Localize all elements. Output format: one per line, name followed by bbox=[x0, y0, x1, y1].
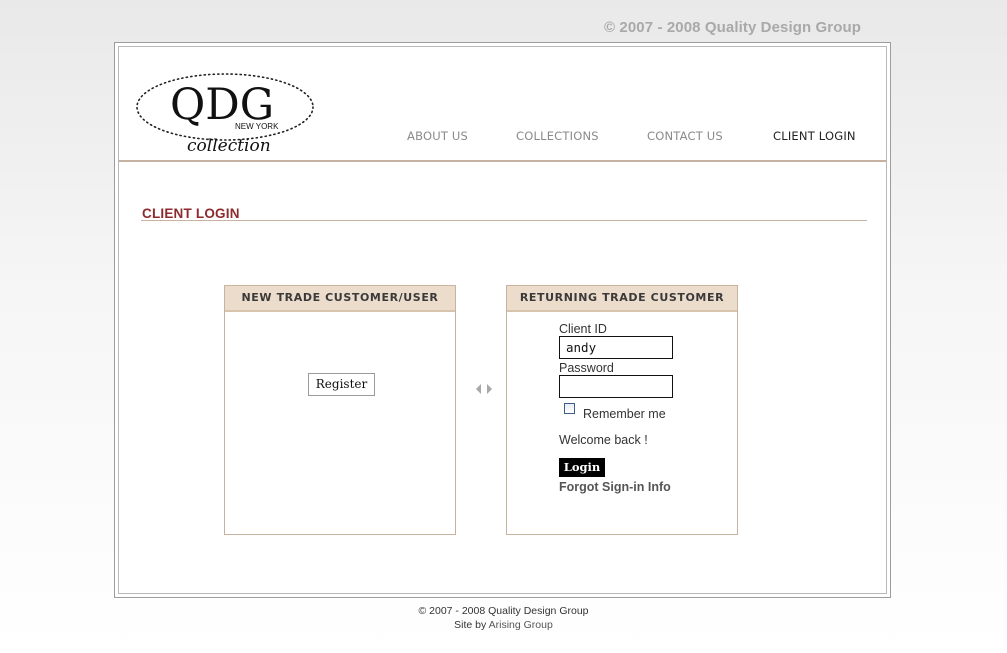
password-label: Password bbox=[559, 361, 614, 375]
nav-about-us[interactable]: ABOUT US bbox=[407, 129, 468, 143]
left-arrow-icon bbox=[476, 384, 481, 394]
arising-group-link[interactable]: Arising Group bbox=[489, 619, 553, 631]
new-customer-heading: NEW TRADE CUSTOMER/USER bbox=[225, 286, 455, 312]
nav-client-login[interactable]: CLIENT LOGIN bbox=[773, 129, 856, 143]
client-id-input[interactable]: andy bbox=[559, 336, 673, 359]
logo-city: NEW YORK bbox=[235, 122, 279, 131]
inner-frame: QDG NEW YORK collection ABOUT US COLLECT… bbox=[118, 46, 887, 594]
password-input[interactable] bbox=[559, 375, 673, 398]
footer-credit: Site by Arising Group bbox=[0, 619, 1007, 631]
returning-customer-panel: RETURNING TRADE CUSTOMER Client ID andy … bbox=[506, 285, 738, 535]
nav-contact-us[interactable]: CONTACT US bbox=[647, 129, 723, 143]
right-arrow-icon bbox=[487, 384, 492, 394]
remember-me-label: Remember me bbox=[583, 407, 666, 421]
new-customer-panel: NEW TRADE CUSTOMER/USER Register bbox=[224, 285, 456, 535]
login-button[interactable]: Login bbox=[559, 458, 605, 477]
logo-script: collection bbox=[187, 136, 271, 154]
remember-me-checkbox[interactable] bbox=[564, 403, 575, 414]
panel-arrows bbox=[476, 384, 492, 394]
forgot-signin-link[interactable]: Forgot Sign-in Info bbox=[559, 480, 671, 494]
title-divider bbox=[141, 220, 867, 221]
page-title: CLIENT LOGIN bbox=[142, 206, 240, 221]
header-divider bbox=[119, 160, 886, 162]
qdg-logo[interactable]: QDG NEW YORK collection bbox=[135, 59, 315, 154]
top-copyright: © 2007 - 2008 Quality Design Group bbox=[604, 19, 862, 36]
footer-credit-prefix: Site by bbox=[454, 619, 487, 631]
returning-customer-heading: RETURNING TRADE CUSTOMER bbox=[507, 286, 737, 312]
welcome-message: Welcome back ! bbox=[559, 433, 648, 447]
client-id-label: Client ID bbox=[559, 322, 607, 336]
nav-collections[interactable]: COLLECTIONS bbox=[516, 129, 599, 143]
footer-copyright: © 2007 - 2008 Quality Design Group bbox=[418, 605, 589, 617]
register-button[interactable]: Register bbox=[308, 373, 375, 396]
main-frame: QDG NEW YORK collection ABOUT US COLLECT… bbox=[114, 42, 891, 598]
